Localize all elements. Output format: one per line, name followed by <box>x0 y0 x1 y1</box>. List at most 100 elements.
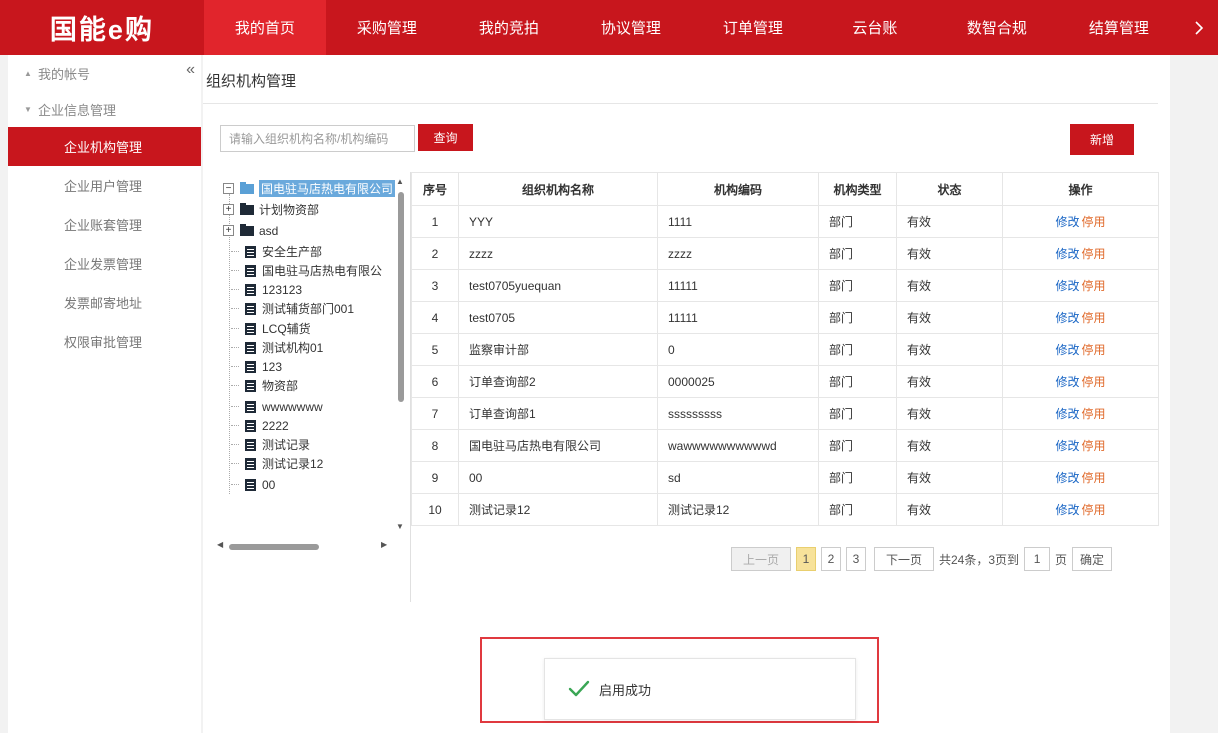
disable-link[interactable]: 停用 <box>1082 439 1106 453</box>
scroll-down-icon[interactable]: ▼ <box>396 522 404 531</box>
edit-link[interactable]: 修改 <box>1055 247 1079 261</box>
scroll-left-icon[interactable]: ◀ <box>217 540 223 549</box>
page-button-2[interactable]: 2 <box>821 547 841 571</box>
disable-link[interactable]: 停用 <box>1082 215 1106 229</box>
logo[interactable]: 国能e购 <box>0 0 204 55</box>
sidebar-group-label: 企业信息管理 <box>38 102 117 118</box>
tree-node[interactable]: + 计划物资部 <box>223 201 319 218</box>
edit-link[interactable]: 修改 <box>1055 375 1079 389</box>
tree-node[interactable]: 测试机构01 <box>231 339 323 356</box>
expand-toggle-icon[interactable]: + <box>223 204 234 215</box>
vertical-scrollbar[interactable] <box>398 192 404 402</box>
edit-link[interactable]: 修改 <box>1055 439 1079 453</box>
search-input[interactable] <box>220 125 415 152</box>
tree-node[interactable]: 国电驻马店热电有限公 <box>231 262 382 279</box>
table-row: 8 国电驻马店热电有限公司 wawwwwwwwwwwd 部门 有效 修改 停用 <box>411 429 1159 462</box>
sidebar-item-0[interactable]: 企业机构管理 <box>8 127 201 166</box>
edit-link[interactable]: 修改 <box>1055 407 1079 421</box>
tree-node[interactable]: 2222 <box>231 417 289 434</box>
scroll-right-icon[interactable]: ▶ <box>381 540 387 549</box>
nav-item-2[interactable]: 我的竞拍 <box>448 0 570 55</box>
sidebar-item-2[interactable]: 企业账套管理 <box>8 205 201 244</box>
sidebar-item-3[interactable]: 企业发票管理 <box>8 244 201 283</box>
tree-node-label: 计划物资部 <box>259 203 320 217</box>
nav-item-7[interactable]: 结算管理 <box>1058 0 1180 55</box>
table-cell: 订单查询部1 <box>458 397 658 430</box>
next-page-button[interactable]: 下一页 <box>874 547 934 571</box>
edit-link[interactable]: 修改 <box>1055 215 1079 229</box>
tree-node[interactable]: 00 <box>231 476 275 493</box>
sidebar-item-1[interactable]: 企业用户管理 <box>8 166 201 205</box>
sidebar-group-account[interactable]: ▲ 我的帐号 <box>8 55 201 91</box>
disable-link[interactable]: 停用 <box>1082 343 1106 357</box>
table-cell: 1111 <box>657 205 819 238</box>
table-cell: test0705yuequan <box>458 269 658 302</box>
tree-node[interactable]: 测试记录 <box>231 436 310 453</box>
disable-link[interactable]: 停用 <box>1082 375 1106 389</box>
disable-link[interactable]: 停用 <box>1082 503 1106 517</box>
edit-link[interactable]: 修改 <box>1055 279 1079 293</box>
tree-node[interactable]: 123123 <box>231 281 302 298</box>
tree-guide-line <box>229 194 230 494</box>
sidebar-item-5[interactable]: 权限审批管理 <box>8 322 201 361</box>
nav-item-0[interactable]: 我的首页 <box>203 0 326 55</box>
table-cell-actions: 修改 停用 <box>1002 397 1159 430</box>
document-icon <box>245 302 256 315</box>
tree-node[interactable]: wwwwwww <box>231 398 323 415</box>
chevron-right-icon[interactable] <box>1180 0 1218 55</box>
query-button[interactable]: 查询 <box>418 124 473 151</box>
main-nav: 我的首页 采购管理 我的竞拍 协议管理 订单管理 云台账 数智合规 结算管理 <box>203 0 1180 55</box>
page-confirm-button[interactable]: 确定 <box>1072 547 1113 571</box>
disable-link[interactable]: 停用 <box>1082 311 1106 325</box>
tree-node[interactable]: 测试辅货部门001 <box>231 300 354 317</box>
prev-page-button[interactable]: 上一页 <box>731 547 791 571</box>
disable-link[interactable]: 停用 <box>1082 471 1106 485</box>
page-goto-input[interactable]: 1 <box>1024 547 1051 571</box>
tree-node[interactable]: + asd <box>223 222 278 239</box>
expand-toggle-icon[interactable]: + <box>223 225 234 236</box>
edit-link[interactable]: 修改 <box>1055 471 1079 485</box>
table-cell: 3 <box>411 269 459 302</box>
main-content: 组织机构管理 查询 新增 − 国电驻马店热电有限公司 ▲ ▼ ◀ ▶ + 计划物资… <box>203 55 1170 733</box>
sidebar-group-company-info[interactable]: ▼ 企业信息管理 <box>8 91 201 127</box>
page-button-1[interactable]: 1 <box>796 547 816 571</box>
nav-item-5[interactable]: 云台账 <box>814 0 936 55</box>
horizontal-scrollbar[interactable] <box>229 544 319 550</box>
nav-item-4[interactable]: 订单管理 <box>692 0 814 55</box>
tree-root-label: 国电驻马店热电有限公司 <box>259 180 396 197</box>
edit-link[interactable]: 修改 <box>1055 311 1079 325</box>
page-button-3[interactable]: 3 <box>846 547 866 571</box>
table-cell: zzzz <box>657 237 819 270</box>
tree-node[interactable]: 安全生产部 <box>231 243 322 260</box>
nav-item-3[interactable]: 协议管理 <box>570 0 692 55</box>
page-unit: 页 <box>1055 552 1068 567</box>
tree-node-label: 123 <box>262 359 283 374</box>
table-cell: 11111 <box>657 301 819 334</box>
disable-link[interactable]: 停用 <box>1082 279 1106 293</box>
table-row: 3 test0705yuequan 11111 部门 有效 修改 停用 <box>411 269 1159 302</box>
table-cell: sssssssss <box>657 397 819 430</box>
table-cell: 00 <box>458 461 658 494</box>
disable-link[interactable]: 停用 <box>1082 407 1106 421</box>
nav-item-1[interactable]: 采购管理 <box>326 0 448 55</box>
collapse-sidebar-icon[interactable]: « <box>186 61 195 79</box>
edit-link[interactable]: 修改 <box>1055 503 1079 517</box>
sidebar-item-4[interactable]: 发票邮寄地址 <box>8 283 201 322</box>
table-cell: 有效 <box>896 429 1003 462</box>
table-cell: 7 <box>411 397 459 430</box>
collapse-toggle-icon[interactable]: − <box>223 183 234 194</box>
tree-node[interactable]: 测试记录12 <box>231 455 323 472</box>
add-button[interactable]: 新增 <box>1070 124 1134 155</box>
nav-item-6[interactable]: 数智合规 <box>936 0 1058 55</box>
tree-node[interactable]: 物资部 <box>231 377 298 394</box>
table-cell-actions: 修改 停用 <box>1002 365 1159 398</box>
tree-node[interactable]: 123 <box>231 358 282 375</box>
scroll-up-icon[interactable]: ▲ <box>396 177 404 186</box>
disable-link[interactable]: 停用 <box>1082 247 1106 261</box>
tree-node[interactable]: LCQ辅货 <box>231 320 311 337</box>
document-icon <box>245 400 256 413</box>
tree-branch-line <box>231 270 239 271</box>
table-row: 9 00 sd 部门 有效 修改 停用 <box>411 461 1159 494</box>
edit-link[interactable]: 修改 <box>1055 343 1079 357</box>
tree-root[interactable]: − 国电驻马店热电有限公司 <box>223 180 396 197</box>
